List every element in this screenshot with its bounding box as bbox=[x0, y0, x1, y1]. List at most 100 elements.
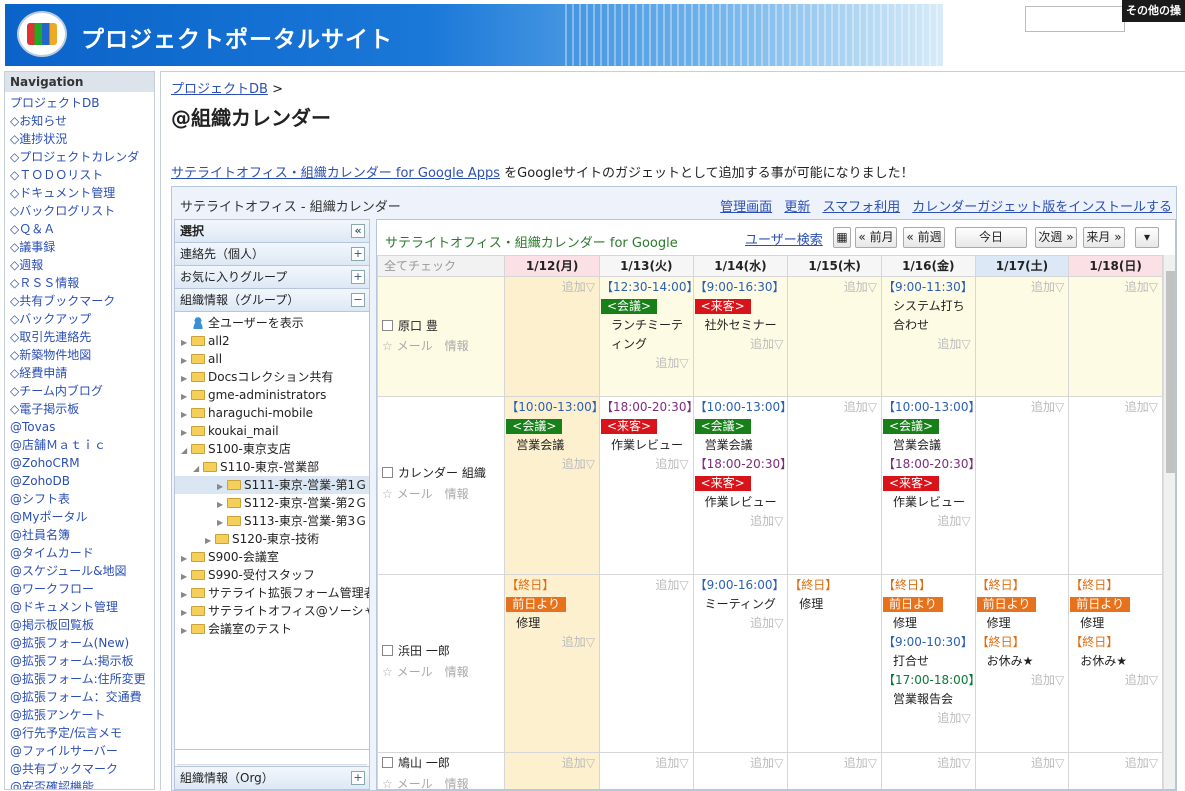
day-cell[interactable]: 【10:00-13:00】 <会議> 営業会議 【18:00-20:30】 <来客> 作業… bbox=[692, 396, 789, 575]
nav-link[interactable]: ◇経費申請 bbox=[10, 366, 67, 380]
tree-node[interactable]: ▶ サテライト拡張フォーム管理者 bbox=[181, 584, 369, 602]
scrollbar-thumb[interactable] bbox=[1166, 271, 1175, 473]
add-event-button[interactable]: 追加▽ bbox=[695, 614, 787, 633]
refresh-link[interactable]: 更新 bbox=[784, 200, 810, 215]
prev-month-button[interactable]: « 前月 bbox=[855, 227, 897, 248]
event-time[interactable]: 【18:00-20:30】 bbox=[601, 398, 692, 417]
tree-node[interactable]: ▶ all2 bbox=[181, 332, 230, 350]
add-event-button[interactable]: 追加▽ bbox=[977, 754, 1068, 773]
add-event-button[interactable]: 追加▽ bbox=[506, 754, 598, 773]
nav-link[interactable]: ◇電子掲示板 bbox=[10, 402, 79, 416]
nav-item[interactable]: ◇ＴＯＤＯリスト bbox=[10, 166, 154, 184]
nav-item[interactable]: @ファイルサーバー bbox=[10, 742, 154, 760]
nav-item[interactable]: @ZohoCRM bbox=[10, 454, 154, 472]
nav-item[interactable]: ◇プロジェクトカレンダ bbox=[10, 148, 154, 166]
add-event-button[interactable]: 追加▽ bbox=[506, 633, 598, 652]
add-event-button[interactable]: 追加▽ bbox=[883, 754, 974, 773]
add-event-button[interactable]: 追加▽ bbox=[977, 398, 1068, 417]
add-event-button[interactable]: 追加▽ bbox=[789, 278, 880, 297]
nav-item[interactable]: @スケジュール&地図 bbox=[10, 562, 154, 580]
tree-node[interactable]: ▶ S990-受付スタッフ bbox=[181, 566, 315, 584]
nav-link[interactable]: ◇ＴＯＤＯリスト bbox=[10, 168, 103, 182]
event-title[interactable]: 打合せ bbox=[883, 652, 974, 671]
nav-item[interactable]: @Myポータル bbox=[10, 508, 154, 526]
nav-link[interactable]: @Myポータル bbox=[10, 510, 87, 524]
star-icon[interactable]: ☆ bbox=[382, 777, 393, 789]
nav-link[interactable]: @ファイルサーバー bbox=[10, 744, 118, 758]
other-actions-button[interactable]: その他の操 bbox=[1122, 0, 1185, 22]
event-title[interactable]: ミーティング bbox=[695, 595, 787, 614]
mail-link[interactable]: メール bbox=[397, 339, 433, 353]
nav-item[interactable]: @拡張フォーム(New) bbox=[10, 634, 154, 652]
calendar-vertical-scrollbar[interactable] bbox=[1163, 255, 1175, 789]
tree-node[interactable]: ▶ koukai_mail bbox=[181, 422, 279, 440]
tree-node[interactable]: ▶ S900-会議室 bbox=[181, 548, 279, 566]
contacts-section[interactable]: 連絡先（個人） + bbox=[175, 243, 369, 266]
nav-link[interactable]: ◇週報 bbox=[10, 258, 43, 272]
info-link[interactable]: 情報 bbox=[445, 487, 469, 501]
nav-item[interactable]: @拡張アンケート bbox=[10, 706, 154, 724]
day-cell[interactable]: 【18:00-20:30】 <来客> 作業レビュー 追加▽ bbox=[598, 396, 694, 575]
nav-link[interactable]: @社員名簿 bbox=[10, 528, 70, 542]
add-event-button[interactable]: 追加▽ bbox=[883, 512, 974, 531]
add-event-button[interactable]: 追加▽ bbox=[506, 455, 598, 474]
tree-node[interactable]: ◢ S100-東京支店 bbox=[181, 440, 291, 458]
nav-link[interactable]: @安否確認機能 bbox=[10, 780, 94, 789]
nav-item[interactable]: @タイムカード bbox=[10, 544, 154, 562]
tree-node[interactable]: ▶ サテライトオフィス@ソーシャ bbox=[181, 602, 369, 620]
nav-item[interactable]: @掲示板回覧板 bbox=[10, 616, 154, 634]
event-title[interactable]: ランチミーティング bbox=[601, 316, 692, 354]
user-checkbox[interactable] bbox=[382, 467, 393, 478]
day-cell[interactable]: 追加▽ bbox=[787, 396, 882, 575]
nav-link[interactable]: ◇お知らせ bbox=[10, 114, 67, 128]
day-cell[interactable]: 【9:00-16:00】 ミーティング 追加▽ bbox=[692, 574, 789, 753]
expand-org-button[interactable]: + bbox=[351, 771, 365, 785]
mail-link[interactable]: メール bbox=[397, 777, 433, 789]
day-cell[interactable]: 【終日】 修理 bbox=[787, 574, 882, 753]
add-event-button[interactable]: 追加▽ bbox=[601, 754, 692, 773]
nav-item[interactable]: ◇取引先連絡先 bbox=[10, 328, 154, 346]
day-cell[interactable]: 追加▽ bbox=[504, 752, 600, 789]
day-cell[interactable]: 【9:00-11:30】 システム打ち合わせ 追加▽ bbox=[880, 276, 976, 397]
star-icon[interactable]: ☆ bbox=[382, 487, 393, 501]
day-header[interactable]: 1/13(火) bbox=[598, 255, 694, 277]
nav-link[interactable]: @店舗Ｍａｔｉｃ bbox=[10, 438, 106, 452]
day-cell[interactable]: 追加▽ bbox=[1068, 276, 1163, 397]
user-checkbox[interactable] bbox=[382, 645, 393, 656]
day-cell[interactable]: 追加▽ bbox=[598, 752, 694, 789]
add-event-button[interactable]: 追加▽ bbox=[1070, 398, 1161, 417]
nav-link[interactable]: @ZohoDB bbox=[10, 474, 70, 488]
day-header[interactable]: 1/16(金) bbox=[880, 255, 976, 277]
expand-contacts-button[interactable]: + bbox=[351, 247, 365, 261]
event-title[interactable]: 営業報告会 bbox=[883, 690, 974, 709]
nav-item[interactable]: ◇経費申請 bbox=[10, 364, 154, 382]
expand-arrow-icon[interactable]: ▶ bbox=[181, 622, 191, 640]
check-all-button[interactable]: 全てチェック bbox=[377, 255, 506, 277]
event-time[interactable]: 【9:00-10:30】 bbox=[883, 633, 974, 652]
nav-link[interactable]: ◇議事録 bbox=[10, 240, 55, 254]
nav-item[interactable]: @拡張フォーム:掲示板 bbox=[10, 652, 154, 670]
site-title[interactable]: プロジェクトポータルサイト bbox=[81, 20, 393, 54]
nav-link[interactable]: @拡張フォーム:掲示板 bbox=[10, 654, 134, 668]
user-search-link[interactable]: ユーザー検索 bbox=[745, 229, 823, 248]
nav-item[interactable]: @ワークフロー bbox=[10, 580, 154, 598]
nav-item[interactable]: @共有ブックマーク bbox=[10, 760, 154, 778]
day-cell[interactable]: 追加▽ bbox=[1068, 396, 1163, 575]
day-header[interactable]: 1/12(月) bbox=[504, 255, 600, 277]
day-cell[interactable]: 【終日】 前日より 修理 【9:00-10:30】 打合せ 【17:00-18:00】 営業… bbox=[880, 574, 976, 753]
prev-week-button[interactable]: « 前週 bbox=[903, 227, 945, 248]
add-event-button[interactable]: 追加▽ bbox=[789, 398, 880, 417]
nav-link[interactable]: ◇バックログリスト bbox=[10, 204, 115, 218]
day-cell[interactable]: 【10:00-13:00】 <会議> 営業会議 【18:00-20:30】 <来客> 作業… bbox=[880, 396, 976, 575]
day-cell[interactable]: 【9:00-16:30】 <来客> 社外セミナー 追加▽ bbox=[692, 276, 789, 397]
expand-favorites-button[interactable]: + bbox=[351, 270, 365, 284]
nav-item[interactable]: ◇チーム内ブログ bbox=[10, 382, 154, 400]
org-section[interactable]: 組織情報（Org） + bbox=[175, 766, 369, 789]
nav-link[interactable]: ◇チーム内ブログ bbox=[10, 384, 103, 398]
nav-item[interactable]: @社員名簿 bbox=[10, 526, 154, 544]
day-cell[interactable]: 【終日】 前日より 修理 【終日】 お休み★ 追加▽ bbox=[974, 574, 1070, 753]
tree-node[interactable]: ▶ S113-東京-営業-第3Ｇ bbox=[217, 512, 367, 530]
mail-link[interactable]: メール bbox=[397, 487, 433, 501]
day-cell[interactable]: 追加▽ bbox=[692, 752, 789, 789]
nav-item[interactable]: @拡張フォーム：交通費 bbox=[10, 688, 154, 706]
